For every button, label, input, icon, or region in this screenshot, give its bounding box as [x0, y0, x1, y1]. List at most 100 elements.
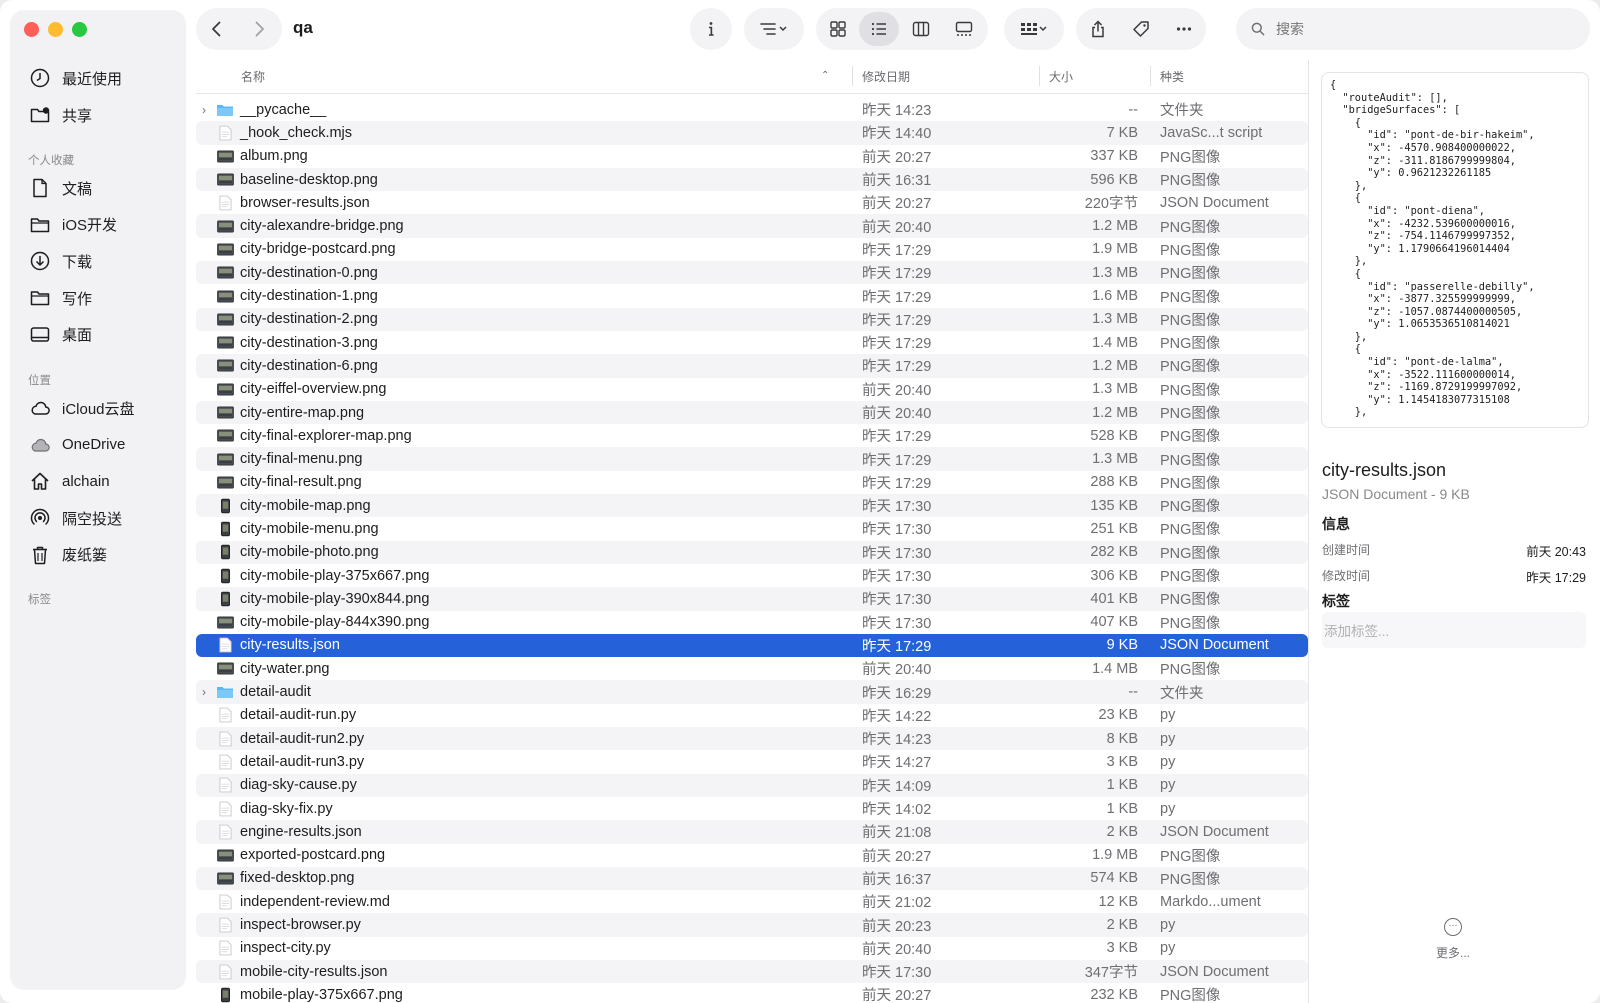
more-button[interactable]: ··· 更多...	[1423, 918, 1483, 961]
file-size: 1.3 MB	[1092, 311, 1138, 328]
file-row[interactable]: independent-review.md 前天 21:02 12 KB Markdo…	[196, 890, 1308, 913]
disclosure-triangle-icon[interactable]: ›	[202, 103, 212, 117]
file-row[interactable]: city-mobile-map.png 昨天 17:30 135 KB PNG图像	[196, 494, 1308, 518]
file-row[interactable]: city-entire-map.png 前天 20:40 1.2 MB PNG图像	[196, 400, 1308, 425]
column-divider[interactable]	[1039, 66, 1040, 86]
column-header-date[interactable]: 修改日期	[862, 68, 910, 85]
group-sort-menu[interactable]	[744, 8, 804, 50]
file-row[interactable]: inspect-city.py 前天 20:40 3 KB py	[196, 937, 1308, 960]
file-row[interactable]: city-eiffel-overview.png 前天 20:40 1.3 MB PN…	[196, 378, 1308, 401]
file-row[interactable]: city-final-explorer-map.png 昨天 17:29 528 K…	[196, 424, 1308, 447]
file-row[interactable]: album.png 前天 20:27 337 KB PNG图像	[196, 145, 1308, 168]
gallery-view-button[interactable]	[942, 12, 985, 46]
sidebar-item-locations-1[interactable]: OneDrive	[28, 430, 125, 460]
sidebar-item-favorites-3[interactable]: 写作	[28, 283, 92, 313]
forward-button[interactable]	[238, 12, 280, 46]
more-actions-button[interactable]	[1162, 12, 1205, 46]
locations-header: 位置	[28, 375, 51, 387]
sidebar-item-items_top-0[interactable]: 最近使用	[28, 63, 122, 93]
group-by-menu[interactable]	[1004, 8, 1064, 50]
file-row[interactable]: city-water.png 前天 20:40 1.4 MB PNG图像	[196, 657, 1308, 680]
sidebar-item-locations-2[interactable]: alchain	[28, 466, 110, 496]
file-name: city-final-menu.png	[240, 451, 363, 468]
file-row[interactable]: city-results.json 昨天 17:29 9 KB JSON Docume…	[196, 633, 1308, 658]
sidebar-item-favorites-4[interactable]: 桌面	[28, 320, 92, 350]
file-row[interactable]: › detail-audit 昨天 16:29 -- 文件夹	[196, 680, 1308, 704]
file-row[interactable]: city-destination-1.png 昨天 17:29 1.6 MB PNG图…	[196, 284, 1308, 307]
tag-button[interactable]	[1119, 12, 1162, 46]
file-row[interactable]: diag-sky-cause.py 昨天 14:09 1 KB py	[196, 773, 1308, 797]
close-window-button[interactable]	[24, 22, 39, 37]
sidebar-item-favorites-0[interactable]: 文稿	[28, 173, 92, 203]
file-row[interactable]: › __pycache__ 昨天 14:23 -- 文件夹	[196, 98, 1308, 121]
file-icon	[216, 684, 234, 700]
file-row[interactable]: diag-sky-fix.py 昨天 14:02 1 KB py	[196, 797, 1308, 820]
file-row[interactable]: city-mobile-menu.png 昨天 17:30 251 KB PNG图像	[196, 517, 1308, 540]
file-row[interactable]: browser-results.json 前天 20:27 220字节 JSON Do…	[196, 191, 1308, 214]
file-row[interactable]: city-alexandre-bridge.png 前天 20:40 1.2 MB P…	[196, 214, 1308, 238]
file-row[interactable]: city-mobile-play-390x844.png 昨天 17:30 401 …	[196, 587, 1308, 611]
file-row[interactable]: detail-audit-run2.py 昨天 14:23 8 KB py	[196, 727, 1308, 751]
column-header-name[interactable]: 名称	[241, 68, 265, 85]
inspector-file-name: city-results.json	[1322, 460, 1447, 480]
file-row[interactable]: engine-results.json 前天 21:08 2 KB JSON Docu…	[196, 820, 1308, 844]
file-row[interactable]: city-bridge-postcard.png 昨天 17:29 1.9 MB PN…	[196, 238, 1308, 261]
sidebar-item-items_top-1[interactable]: 共享	[28, 100, 92, 130]
search-input[interactable]	[1276, 21, 1556, 37]
file-row[interactable]: exported-postcard.png 前天 20:27 1.9 MB PNG图像	[196, 844, 1308, 867]
share-button[interactable]	[1076, 12, 1119, 46]
file-kind: PNG图像	[1160, 173, 1221, 190]
file-preview[interactable]: { "routeAudit": [], "bridgeSurfaces": [ …	[1321, 72, 1589, 428]
column-divider[interactable]	[1150, 66, 1151, 86]
file-row[interactable]: detail-audit-run.py 昨天 14:22 23 KB py	[196, 704, 1308, 727]
sidebar-item-locations-3[interactable]: 隔空投送	[28, 503, 122, 533]
column-header-kind[interactable]: 种类	[1160, 68, 1184, 85]
file-row[interactable]: _hook_check.mjs 昨天 14:40 7 KB JavaSc...t sc…	[196, 121, 1308, 145]
modified-label: 修改时间	[1322, 569, 1371, 583]
file-row[interactable]: city-destination-3.png 昨天 17:29 1.4 MB PNG图…	[196, 331, 1308, 354]
file-row[interactable]: city-mobile-play-844x390.png 昨天 17:30 407 …	[196, 611, 1308, 634]
file-row[interactable]: city-mobile-photo.png 昨天 17:30 282 KB PNG图像	[196, 540, 1308, 564]
image-thumbnail-icon	[216, 429, 234, 442]
add-tags-field[interactable]: 添加标签...	[1322, 612, 1586, 648]
file-size: 1.9 MB	[1092, 847, 1138, 864]
file-row[interactable]: mobile-city-results.json 昨天 17:30 347字节 JSO…	[196, 959, 1308, 984]
sidebar-item-locations-0[interactable]: iCloud云盘	[28, 393, 135, 423]
list-view-button[interactable]	[859, 12, 899, 46]
sidebar-item-label: iOS开发	[62, 217, 118, 235]
image-thumbnail-icon	[216, 616, 234, 629]
zoom-window-button[interactable]	[72, 22, 87, 37]
file-row[interactable]: city-final-menu.png 昨天 17:29 1.3 MB PNG图像	[196, 447, 1308, 471]
file-size: 23 KB	[1098, 707, 1139, 724]
file-kind: 文件夹	[1160, 103, 1204, 120]
file-row[interactable]: fixed-desktop.png 前天 16:37 574 KB PNG图像	[196, 866, 1308, 891]
file-date: 前天 21:08	[862, 825, 932, 842]
file-size: 9 KB	[1106, 637, 1138, 654]
column-header-size[interactable]: 大小	[1049, 68, 1073, 85]
column-divider[interactable]	[852, 66, 853, 86]
file-row[interactable]: city-destination-2.png 昨天 17:29 1.3 MB PNG图…	[196, 307, 1308, 331]
file-date: 昨天 17:29	[862, 336, 932, 353]
info-button[interactable]	[690, 8, 732, 50]
file-row[interactable]: city-mobile-play-375x667.png 昨天 17:30 306 …	[196, 564, 1308, 587]
column-view-button[interactable]	[899, 12, 942, 46]
file-row[interactable]: city-destination-6.png 昨天 17:29 1.2 MB PNG图…	[196, 354, 1308, 378]
disclosure-triangle-icon[interactable]: ›	[202, 685, 212, 699]
file-icon	[216, 172, 234, 188]
file-kind: py	[1160, 707, 1176, 724]
file-row[interactable]: city-destination-0.png 昨天 17:29 1.3 MB PNG图…	[196, 261, 1308, 285]
file-row[interactable]: mobile-play-375x667.png 前天 20:27 232 KB PNG…	[196, 983, 1308, 1003]
sidebar-item-favorites-2[interactable]: 下载	[28, 246, 92, 276]
file-row[interactable]: inspect-browser.py 前天 20:23 2 KB py	[196, 913, 1308, 937]
file-name: city-eiffel-overview.png	[240, 381, 387, 398]
icon-view-button[interactable]	[816, 12, 859, 46]
sidebar-item-locations-4[interactable]: 废纸篓	[28, 540, 107, 570]
sidebar-item-favorites-1[interactable]: iOS开发	[28, 210, 117, 240]
file-row[interactable]: city-final-result.png 昨天 17:29 288 KB PNG图像	[196, 471, 1308, 494]
file-row[interactable]: detail-audit-run3.py 昨天 14:27 3 KB py	[196, 750, 1308, 773]
search-field[interactable]	[1236, 8, 1590, 50]
back-button[interactable]	[196, 12, 238, 46]
minimize-window-button[interactable]	[48, 22, 63, 37]
file-row[interactable]: baseline-desktop.png 前天 16:31 596 KB PNG图像	[196, 167, 1308, 192]
sidebar-item-label: 隔空投送	[62, 510, 123, 528]
